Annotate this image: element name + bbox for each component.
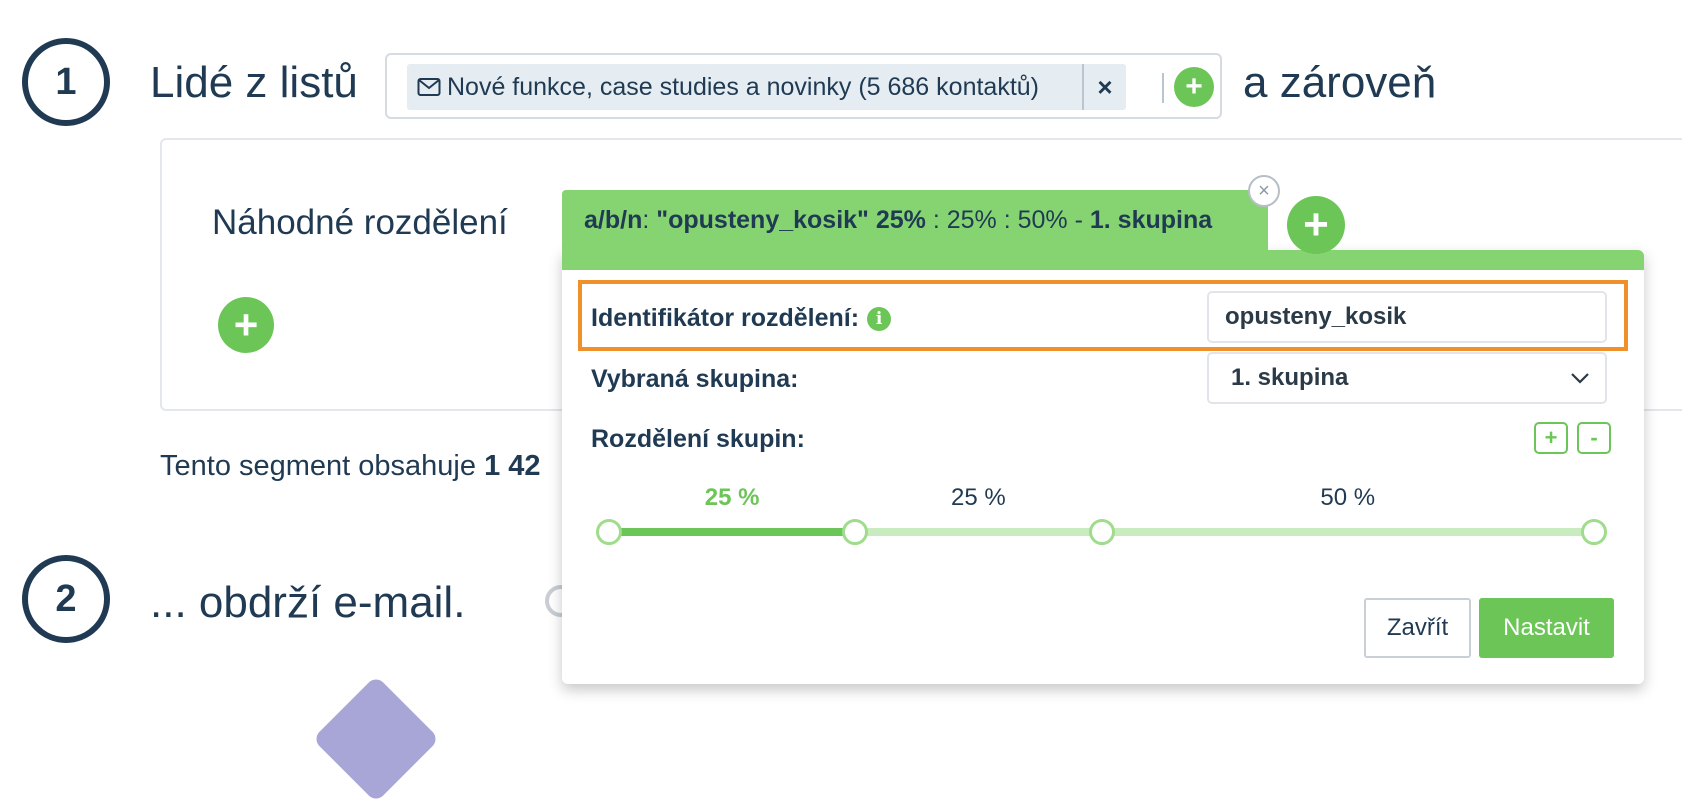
- step-2-number: 2: [22, 555, 110, 643]
- and-connector-text: a zároveň: [1243, 58, 1437, 107]
- list-tag-label: Nové funkce, case studies a novinky (5 6…: [447, 72, 1039, 101]
- slider-handle[interactable]: [1088, 519, 1115, 545]
- plus-icon: +: [1185, 70, 1203, 103]
- split-label: Rozdělení skupin:: [591, 425, 805, 453]
- selected-group-label: Vybraná skupina:: [591, 365, 799, 393]
- split-percent-label: 50 %: [1320, 484, 1376, 511]
- close-button[interactable]: Zavřít: [1364, 598, 1471, 658]
- submit-button[interactable]: Nastavit: [1479, 598, 1614, 658]
- split-segment: [1101, 528, 1594, 536]
- identifier-input[interactable]: opusteny_kosik: [1207, 291, 1607, 343]
- remove-list-button[interactable]: ×: [1082, 64, 1126, 110]
- segment-count: 1 42: [484, 450, 541, 482]
- slider-handle[interactable]: [596, 519, 622, 545]
- ab-split-tab[interactable]: a/b/n: "opusteny_kosik" 25% : 25% : 50% …: [562, 190, 1268, 250]
- envelope-icon: [417, 77, 441, 97]
- remove-group-button[interactable]: -: [1577, 422, 1611, 454]
- add-group-button[interactable]: +: [1534, 422, 1568, 454]
- step-2-title: ... obdrží e-mail.: [150, 578, 466, 627]
- add-list-button[interactable]: +: [1174, 67, 1214, 107]
- add-split-button[interactable]: +: [1287, 196, 1345, 254]
- selected-group-select[interactable]: 1. skupina: [1207, 352, 1607, 404]
- step-1-title: Lidé z listů: [150, 58, 358, 107]
- panel-header-strip: [562, 250, 1644, 270]
- close-icon: ×: [1258, 179, 1270, 202]
- add-condition-button[interactable]: +: [218, 297, 274, 353]
- close-tab-button[interactable]: ×: [1248, 175, 1280, 207]
- diamond-shape: [312, 675, 440, 803]
- info-icon[interactable]: i: [867, 307, 892, 332]
- plus-icon: +: [233, 301, 259, 348]
- divider: [1162, 73, 1164, 103]
- list-selector[interactable]: Nové funkce, case studies a novinky (5 6…: [385, 53, 1222, 119]
- segment-summary: Tento segment obsahuje 1 42: [160, 450, 541, 482]
- chevron-down-icon: [1569, 367, 1591, 396]
- identifier-label: Identifikátor rozdělení: i: [591, 304, 892, 333]
- step-1-number: 1: [22, 38, 110, 126]
- split-segment: [855, 528, 1102, 536]
- split-percent-label: 25 %: [704, 484, 760, 511]
- condition-label: Náhodné rozdělení: [212, 203, 508, 242]
- list-tag: Nové funkce, case studies a novinky (5 6…: [407, 64, 1126, 110]
- close-icon: ×: [1097, 71, 1113, 102]
- split-percent-label: 25 %: [951, 484, 1006, 511]
- plus-icon: +: [1303, 200, 1329, 249]
- slider-handle[interactable]: [1581, 519, 1607, 545]
- split-segment: [609, 528, 856, 536]
